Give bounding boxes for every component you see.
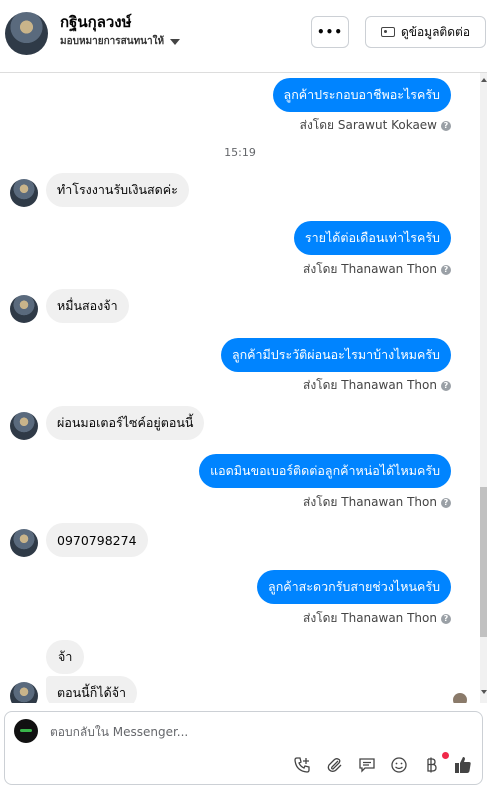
outgoing-message[interactable]: ลูกค้ามีประวัติผ่อนอะไรมาบ้างไหมครับ	[220, 338, 451, 372]
outgoing-message[interactable]: ลูกค้าสะดวกรับสายช่วงไหนครับ	[257, 570, 451, 604]
contact-avatar-small[interactable]	[10, 529, 38, 557]
help-icon[interactable]: ?	[441, 120, 451, 131]
scrollbar-thumb[interactable]	[480, 487, 487, 637]
incoming-message[interactable]: 0970798274	[46, 523, 148, 557]
help-icon[interactable]: ?	[441, 380, 451, 391]
contact-avatar-small[interactable]	[10, 295, 38, 323]
notification-dot	[442, 752, 449, 759]
outgoing-message[interactable]: รายได้ต่อเดือนเท่าไรครับ	[293, 221, 451, 255]
scroll-down-arrow-icon[interactable]	[481, 690, 487, 694]
sent-by-text: ส่งโดย Thanawan Thon	[303, 262, 437, 276]
saved-reply-icon[interactable]	[357, 755, 377, 775]
contact-name[interactable]: กฐินกุลวงษ์	[60, 10, 132, 34]
contact-card-icon	[380, 27, 395, 37]
sent-by-text: ส่งโดย Thanawan Thon	[303, 495, 437, 509]
caret-down-icon	[170, 38, 181, 45]
seen-indicator-avatar	[453, 693, 467, 703]
incoming-message[interactable]: ตอนนี้ก็ได้จ้า	[46, 676, 138, 703]
timestamp: 15:19	[224, 146, 256, 159]
reply-input[interactable]	[48, 721, 452, 743]
incoming-message[interactable]: หมื่นสองจ้า	[46, 289, 129, 323]
sent-by-label: ส่งโดย Sarawut Kokaew?	[300, 116, 451, 135]
contact-avatar-small[interactable]	[10, 412, 38, 440]
emoji-icon[interactable]	[389, 755, 409, 775]
contact-avatar-small[interactable]	[10, 682, 38, 703]
sent-by-label: ส่งโดย Thanawan Thon?	[303, 609, 451, 628]
outgoing-message[interactable]: ลูกค้าประกอบอาชีพอะไรครับ	[272, 78, 451, 112]
thumbs-up-icon[interactable]	[453, 755, 473, 775]
sent-by-label: ส่งโดย Thanawan Thon?	[303, 493, 451, 512]
sent-by-label: ส่งโดย Thanawan Thon?	[303, 376, 451, 395]
contact-avatar-small[interactable]	[10, 179, 38, 207]
assign-conversation-dropdown[interactable]: มอบหมายการสนทนาให้	[60, 34, 181, 49]
baht-icon[interactable]	[421, 755, 441, 775]
incoming-message[interactable]: ผ่อนมอเตอร์ไซค์อยู่ตอนนี้	[46, 406, 205, 440]
help-icon[interactable]: ?	[441, 497, 451, 508]
help-icon[interactable]: ?	[441, 613, 451, 624]
view-contact-label: ดูข้อมูลติดต่อ	[400, 24, 471, 39]
outgoing-message[interactable]: แอดมินขอเบอร์ติดต่อลูกค้าหน่อได้ไหมครับ	[199, 454, 451, 488]
page-logo-avatar	[14, 719, 38, 743]
message-thread: ลูกค้าประกอบอาชีพอะไรครับ ส่งโดย Sarawut…	[0, 73, 480, 703]
sent-by-text: ส่งโดย Thanawan Thon	[303, 611, 437, 625]
incoming-message[interactable]: ทำโรงงานรับเงินสดค่ะ	[46, 173, 189, 207]
paperclip-icon[interactable]	[325, 755, 345, 775]
reply-composer	[4, 711, 483, 785]
phone-add-icon[interactable]	[292, 755, 312, 775]
view-contact-info-button[interactable]: ดูข้อมูลติดต่อ	[365, 16, 486, 48]
conversation-header: กฐินกุลวงษ์ มอบหมายการสนทนาให้ ••• ดูข้อ…	[0, 0, 487, 73]
assign-label: มอบหมายการสนทนาให้	[60, 36, 165, 47]
more-options-button[interactable]: •••	[311, 16, 349, 48]
sent-by-text: ส่งโดย Sarawut Kokaew	[299, 118, 437, 132]
sent-by-label: ส่งโดย Thanawan Thon?	[303, 260, 451, 279]
contact-avatar[interactable]	[5, 12, 48, 55]
scroll-up-arrow-icon[interactable]	[481, 78, 487, 82]
sent-by-text: ส่งโดย Thanawan Thon	[303, 378, 437, 392]
help-icon[interactable]: ?	[441, 264, 451, 275]
incoming-message[interactable]: จ้า	[46, 640, 85, 674]
